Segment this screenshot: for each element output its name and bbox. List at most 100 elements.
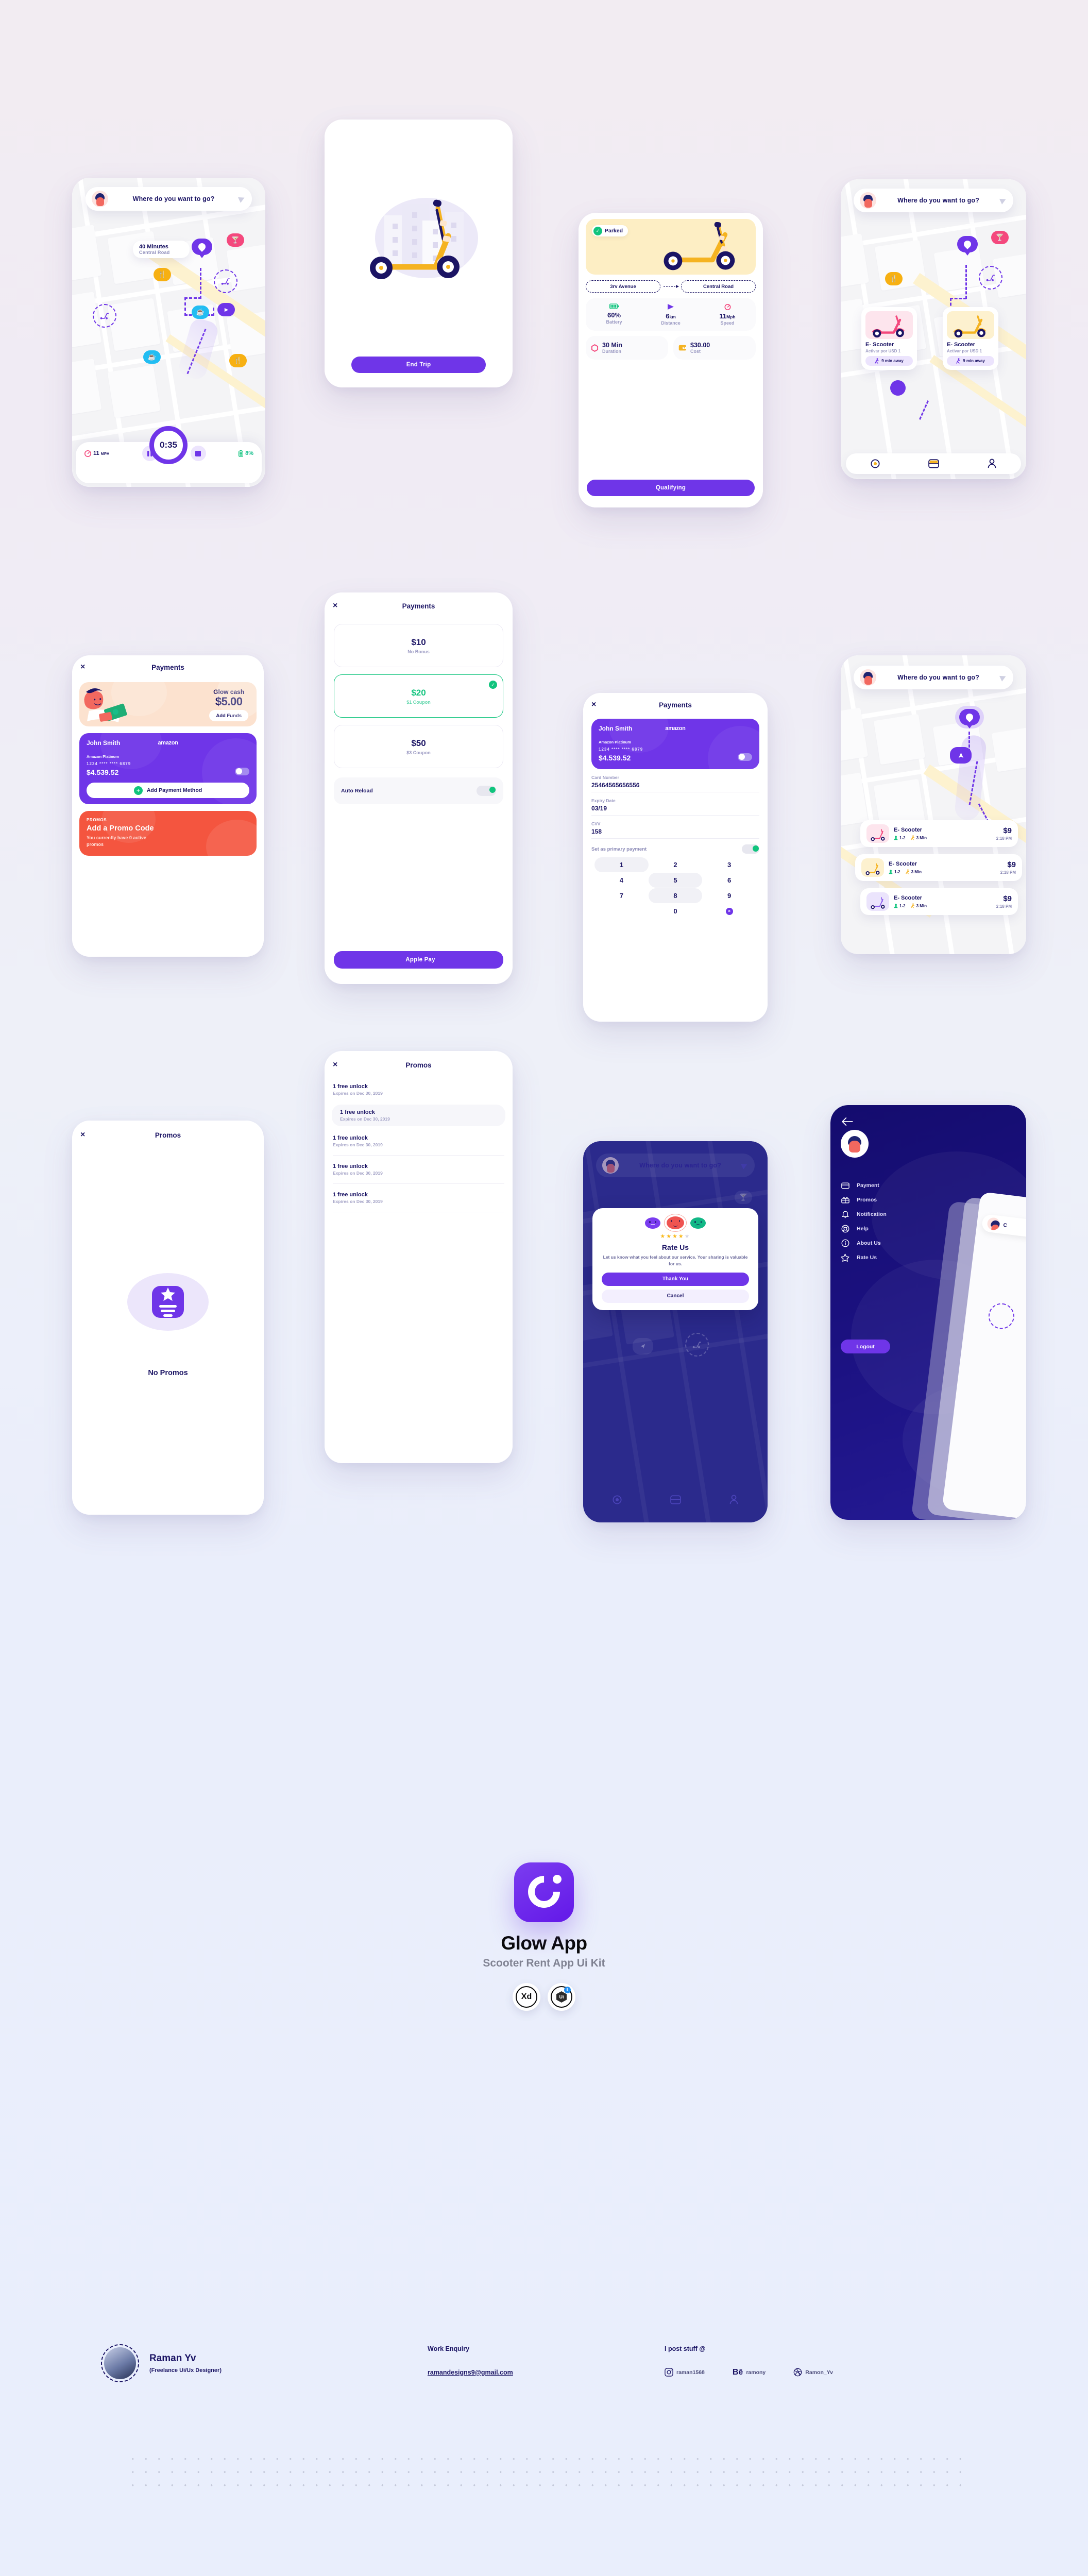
promo-row[interactable]: 1 free unlock Expires on Dec 30, 2019	[325, 1130, 513, 1152]
tab-explore[interactable]	[870, 459, 880, 469]
poi-bar-icon[interactable]: 🍸	[227, 233, 244, 247]
navigate-arrow-icon[interactable]	[237, 195, 246, 203]
menu-item-rate-us[interactable]: Rate Us	[841, 1250, 1016, 1265]
destination-pin-icon[interactable]	[957, 236, 978, 252]
stop-button[interactable]	[190, 446, 206, 461]
destination-pin-icon[interactable]	[959, 709, 980, 725]
search-input[interactable]: Where do you want to go?	[880, 197, 996, 204]
back-arrow-icon[interactable]	[842, 1117, 853, 1126]
key-backspace[interactable]: ×	[702, 904, 756, 919]
avatar[interactable]	[860, 669, 877, 686]
tab-explore[interactable]	[612, 1495, 622, 1505]
navigate-arrow-icon[interactable]	[999, 196, 1007, 205]
avatar[interactable]	[602, 1157, 619, 1174]
search-bar[interactable]: Where do you want to go?	[854, 189, 1013, 212]
tab-profile[interactable]	[729, 1495, 739, 1505]
current-location-icon[interactable]	[217, 303, 235, 316]
key-8[interactable]: 8	[648, 888, 703, 903]
poi-restaurant-icon[interactable]: 🍴	[229, 354, 247, 367]
menu-item-notification[interactable]: Notification	[841, 1207, 1016, 1222]
topup-option-selected[interactable]: ✓ $20 $1 Coupon	[334, 674, 503, 718]
expiry-date-field[interactable]: Expiry Date 03/19	[591, 798, 759, 816]
key-2[interactable]: 2	[649, 857, 703, 872]
promo-row[interactable]: 1 free unlock Expires on Dec 30, 2019	[325, 1159, 513, 1180]
scooter-marker-icon[interactable]	[93, 304, 116, 328]
tab-wallet[interactable]	[670, 1495, 681, 1504]
email-link[interactable]: ramandesigns9@gmail.com	[428, 2369, 513, 2376]
green-sad-face-icon[interactable]	[690, 1217, 706, 1229]
avatar[interactable]	[860, 192, 877, 209]
avatar[interactable]	[92, 191, 109, 207]
poi-restaurant-icon[interactable]: 🍴	[885, 272, 903, 285]
set-primary-toggle[interactable]	[742, 844, 759, 854]
navigate-arrow-icon[interactable]	[999, 673, 1007, 682]
card-toggle[interactable]	[235, 767, 249, 775]
badge-ui8[interactable]: Ui 8	[548, 1983, 575, 2011]
purple-neutral-face-icon[interactable]	[645, 1217, 660, 1229]
menu-item-promos[interactable]: Promos	[841, 1193, 1016, 1207]
key-0[interactable]: 0	[649, 904, 703, 919]
cancel-button[interactable]: Cancel	[602, 1289, 749, 1303]
social-dribbble[interactable]: Ramon_Yv	[793, 2368, 833, 2377]
menu-item-about-us[interactable]: About Us	[841, 1236, 1016, 1250]
key-1[interactable]: 1	[594, 857, 649, 872]
menu-item-payment[interactable]: Payment	[841, 1178, 1016, 1193]
search-input[interactable]: Where do you want to go?	[112, 195, 235, 202]
key-9[interactable]: 9	[702, 888, 756, 903]
trip-row[interactable]: E- Scooter 1-2 3 Min $9 2:18 PM	[855, 854, 1022, 881]
card-toggle[interactable]	[738, 753, 752, 761]
poi-restaurant-icon[interactable]: 🍴	[154, 268, 171, 281]
badge-xd[interactable]: Xd	[513, 1983, 540, 2011]
tab-profile[interactable]	[987, 459, 997, 469]
search-bar[interactable]: Where do you want to go?	[854, 666, 1013, 689]
topup-option[interactable]: $50 $3 Coupon	[334, 725, 503, 768]
tab-wallet[interactable]	[928, 459, 939, 468]
scooter-marker-icon[interactable]	[979, 266, 1002, 290]
key-5[interactable]: 5	[648, 873, 703, 888]
trip-row[interactable]: E- Scooter 1-2 3 Min $9 2:18 PM	[860, 820, 1018, 847]
card-number-field[interactable]: Card Number 25464565656556	[591, 775, 759, 792]
topup-option[interactable]: $10 No Bonus	[334, 624, 503, 667]
thank-you-button[interactable]: Thank You	[602, 1272, 749, 1286]
star-rating[interactable]: ★★★★★	[602, 1233, 749, 1240]
promo-card[interactable]: PROMOS Add a Promo Code You currently ha…	[79, 811, 257, 856]
promo-row[interactable]: 1 free unlock Expires on Dec 30, 2019	[325, 1079, 513, 1100]
key-3[interactable]: 3	[702, 857, 756, 872]
poi-cafe-icon[interactable]: ☕	[143, 350, 161, 364]
scooter-marker-icon[interactable]	[214, 269, 237, 293]
payment-card[interactable]: John Smith amazon Amazon Platinum 1234 *…	[79, 733, 257, 804]
key-4[interactable]: 4	[594, 873, 649, 888]
scooter-card[interactable]: E- Scooter Activar por USD 1 9 min away	[943, 307, 998, 370]
menu-item-help[interactable]: Help	[841, 1222, 1016, 1236]
auto-reload-toggle[interactable]	[477, 786, 496, 796]
search-bar[interactable]: Where do you want to go?	[86, 187, 252, 211]
apple-pay-button[interactable]: Apple Pay	[334, 951, 503, 969]
scooter-card[interactable]: E- Scooter Activar por USD 1 9 min away	[861, 307, 917, 370]
red-happy-face-icon[interactable]	[664, 1214, 687, 1232]
cvv-field[interactable]: CVV 158	[591, 821, 759, 839]
profile-avatar[interactable]	[841, 1130, 869, 1158]
check-icon: ✓	[593, 226, 602, 235]
social-behance[interactable]: Bē ramony	[733, 2368, 766, 2377]
face-selector[interactable]	[602, 1214, 749, 1232]
destination-pin-icon[interactable]	[192, 239, 212, 255]
logout-button[interactable]: Logout	[841, 1340, 890, 1353]
key-6[interactable]: 6	[702, 873, 756, 888]
search-input[interactable]: Where do you want to go?	[623, 1162, 738, 1169]
set-primary-row[interactable]: Set as primary payment	[591, 844, 759, 854]
end-trip-button[interactable]: End Trip	[351, 357, 486, 373]
key-7[interactable]: 7	[594, 888, 649, 903]
promo-row-highlighted[interactable]: 1 free unlock Expires on Dec 30, 2019	[332, 1105, 505, 1126]
trip-row[interactable]: E- Scooter 1-2 3 Min $9 2:18 PM	[860, 888, 1018, 915]
qualifying-button[interactable]: Qualifying	[587, 480, 755, 496]
auto-reload-row[interactable]: Auto Reload	[334, 777, 503, 804]
promo-row[interactable]: 1 free unlock Expires on Dec 30, 2019	[325, 1187, 513, 1209]
navigate-arrow-icon[interactable]	[740, 1161, 749, 1170]
poi-bar-icon[interactable]: 🍸	[991, 231, 1009, 244]
current-location-icon[interactable]	[950, 747, 972, 764]
social-instagram[interactable]: raman1568	[665, 2368, 705, 2377]
payment-card[interactable]: John Smith amazon Amazon Platinum 1234 *…	[591, 719, 759, 769]
poi-cafe-icon[interactable]: ☕	[192, 306, 209, 319]
search-bar[interactable]: Where do you want to go?	[596, 1154, 755, 1177]
search-input[interactable]: Where do you want to go?	[880, 674, 996, 681]
